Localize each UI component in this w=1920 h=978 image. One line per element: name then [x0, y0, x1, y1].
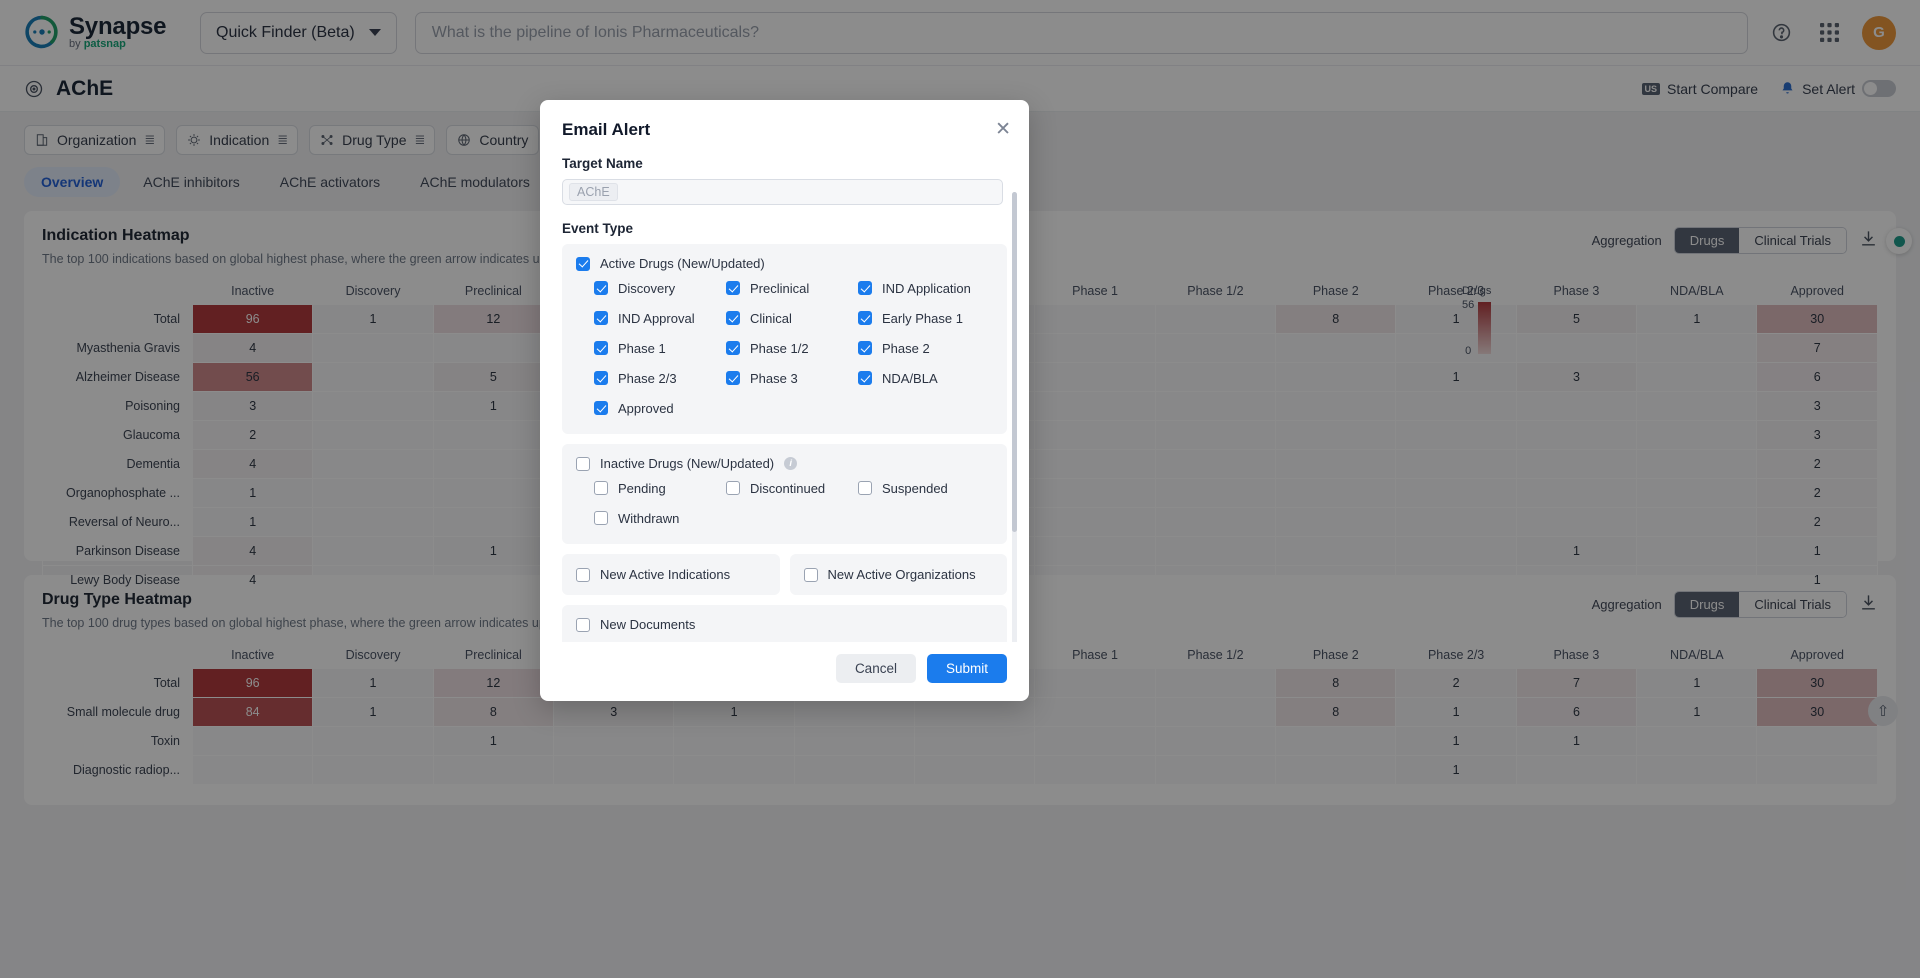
discovery-label: Discovery — [618, 280, 676, 296]
ind-approval-checkbox[interactable] — [594, 311, 608, 325]
new-documents-group: New Documents Clinical Trials Patents — [562, 605, 1007, 642]
target-name-input[interactable]: AChE — [562, 179, 1003, 205]
option-patents[interactable]: Patents — [726, 636, 858, 643]
inactive-drugs-header-row[interactable]: Inactive Drugs (New/Updated) i — [576, 456, 993, 471]
info-icon[interactable]: i — [784, 457, 798, 470]
email-alert-modal: Email Alert ✕ Target Name AChE Event Typ… — [540, 100, 1029, 701]
nda-bla-label: NDA/BLA — [882, 370, 938, 386]
option-phase-1[interactable]: Phase 1 — [594, 335, 726, 361]
discontinued-label: Discontinued — [750, 480, 826, 496]
submit-button[interactable]: Submit — [926, 654, 1007, 683]
active-drugs-header-row[interactable]: Active Drugs (New/Updated) — [576, 256, 993, 271]
inactive-drugs-label: Inactive Drugs (New/Updated) — [600, 456, 775, 471]
withdrawn-label: Withdrawn — [618, 510, 680, 526]
new-active-organizations-label: New Active Organizations — [827, 567, 976, 582]
active-drugs-checkbox[interactable] — [576, 256, 590, 271]
ind-application-checkbox[interactable] — [858, 281, 872, 295]
phase-2-3-label: Phase 2/3 — [618, 370, 677, 386]
option-early-phase-1[interactable]: Early Phase 1 — [858, 305, 993, 331]
option-phase-2-3[interactable]: Phase 2/3 — [594, 365, 726, 391]
approved-label: Approved — [618, 400, 674, 416]
inactive-drugs-options: Pending Discontinued Suspended Withdrawn — [594, 475, 993, 531]
suspended-checkbox[interactable] — [858, 481, 872, 495]
app-root: Synapse by patsnap Quick Finder (Beta) W… — [0, 0, 1920, 978]
option-new-active-indications[interactable]: New Active Indications — [562, 554, 780, 595]
standalone-options-row: New Active Indications New Active Organi… — [562, 554, 1007, 595]
inactive-drugs-group: Inactive Drugs (New/Updated) i Pending D… — [562, 444, 1007, 544]
clinical-trials-label: Clinical Trials — [618, 642, 695, 643]
discontinued-checkbox[interactable] — [726, 481, 740, 495]
cancel-button[interactable]: Cancel — [835, 654, 916, 683]
option-discontinued[interactable]: Discontinued — [726, 475, 858, 501]
active-drugs-options: Discovery Preclinical IND Application IN… — [594, 275, 993, 421]
ind-approval-label: IND Approval — [618, 310, 695, 326]
active-drugs-label: Active Drugs (New/Updated) — [600, 256, 765, 271]
new-active-organizations-checkbox[interactable] — [803, 567, 818, 582]
clinical-label: Clinical — [750, 310, 792, 326]
modal-body: Target Name AChE Event Type Active Drugs… — [540, 142, 1029, 642]
option-phase-3[interactable]: Phase 3 — [726, 365, 858, 391]
active-drugs-group: Active Drugs (New/Updated) Discovery Pre… — [562, 244, 1007, 434]
nda-bla-checkbox[interactable] — [858, 371, 872, 385]
event-type-label: Event Type — [562, 221, 634, 236]
approved-checkbox[interactable] — [594, 401, 608, 415]
new-documents-options: Clinical Trials Patents — [594, 636, 993, 643]
new-active-indications-checkbox[interactable] — [576, 567, 590, 582]
new-documents-header-row[interactable]: New Documents — [576, 617, 993, 632]
option-approved[interactable]: Approved — [594, 395, 726, 421]
new-active-indications-label: New Active Indications — [600, 567, 731, 582]
phase-1-checkbox[interactable] — [594, 341, 608, 355]
phase-1-2-checkbox[interactable] — [726, 341, 740, 355]
option-discovery[interactable]: Discovery — [594, 275, 726, 301]
option-phase-1-2[interactable]: Phase 1/2 — [726, 335, 858, 361]
phase-3-checkbox[interactable] — [726, 371, 740, 385]
phase-2-checkbox[interactable] — [858, 341, 872, 355]
phase-2-label: Phase 2 — [882, 340, 930, 356]
phase-1-2-label: Phase 1/2 — [750, 340, 809, 356]
option-phase-2[interactable]: Phase 2 — [858, 335, 993, 361]
ind-application-label: IND Application — [882, 280, 971, 296]
option-clinical-trials[interactable]: Clinical Trials — [594, 636, 726, 643]
option-new-active-organizations[interactable]: New Active Organizations — [789, 554, 1007, 595]
option-pending[interactable]: Pending — [594, 475, 726, 501]
preclinical-checkbox[interactable] — [726, 281, 740, 295]
clinical-checkbox[interactable] — [726, 311, 740, 325]
modal-scrollbar-thumb[interactable] — [1012, 192, 1017, 532]
modal-title: Email Alert — [562, 120, 651, 139]
option-withdrawn[interactable]: Withdrawn — [594, 505, 726, 531]
option-ind-approval[interactable]: IND Approval — [594, 305, 726, 331]
modal-footer: Cancel Submit — [540, 642, 1029, 701]
early-phase-1-label: Early Phase 1 — [882, 310, 963, 326]
option-nda-bla[interactable]: NDA/BLA — [858, 365, 993, 391]
phase-3-label: Phase 3 — [750, 370, 798, 386]
inactive-drugs-checkbox[interactable] — [576, 456, 590, 471]
option-suspended[interactable]: Suspended — [858, 475, 993, 501]
target-name-tag[interactable]: AChE — [569, 183, 618, 201]
option-preclinical[interactable]: Preclinical — [726, 275, 858, 301]
option-clinical[interactable]: Clinical — [726, 305, 858, 331]
phase-1-label: Phase 1 — [618, 340, 666, 356]
new-documents-label: New Documents — [600, 617, 696, 632]
suspended-label: Suspended — [882, 480, 948, 496]
target-name-label: Target Name — [562, 156, 643, 171]
new-documents-checkbox[interactable] — [576, 617, 590, 632]
patents-label: Patents — [750, 642, 794, 643]
close-icon[interactable]: ✕ — [995, 120, 1011, 139]
early-phase-1-checkbox[interactable] — [858, 311, 872, 325]
discovery-checkbox[interactable] — [594, 281, 608, 295]
modal-header: Email Alert ✕ — [540, 100, 1029, 142]
option-ind-application[interactable]: IND Application — [858, 275, 993, 301]
pending-checkbox[interactable] — [594, 481, 608, 495]
withdrawn-checkbox[interactable] — [594, 511, 608, 525]
phase-2-3-checkbox[interactable] — [594, 371, 608, 385]
preclinical-label: Preclinical — [750, 280, 810, 296]
pending-label: Pending — [618, 480, 666, 496]
